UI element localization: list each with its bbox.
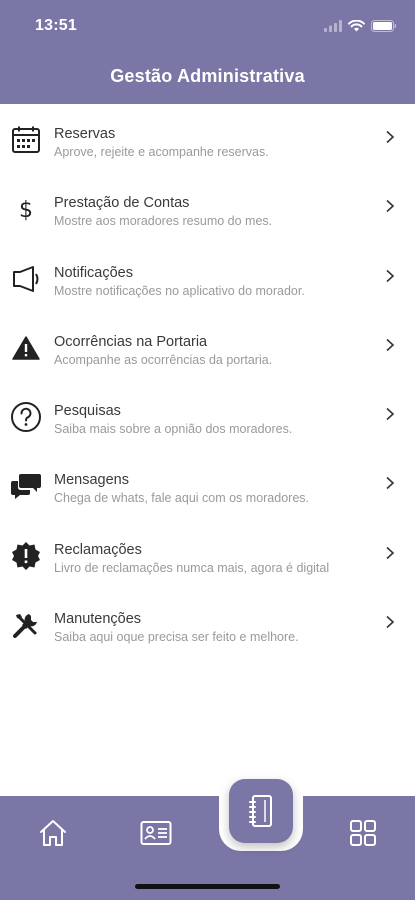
wrench-icon	[10, 609, 42, 641]
menu-item-description: Aprove, rejeite e acompanhe reservas.	[54, 145, 269, 159]
battery-icon	[371, 19, 397, 37]
chevron-right-icon	[386, 408, 395, 421]
id-card-icon	[140, 821, 172, 845]
chat-bubbles-icon	[10, 470, 42, 502]
chevron-right-icon	[386, 200, 395, 213]
page-title: Gestão Administrativa	[110, 66, 305, 86]
alert-badge-icon	[10, 540, 42, 572]
menu-item-title: Reclamações	[54, 541, 142, 558]
status-icons	[324, 19, 397, 37]
menu-item-title: Manutenções	[54, 611, 142, 628]
status-time: 13:51	[35, 17, 77, 34]
menu-item-title: Pesquisas	[54, 403, 121, 420]
menu-item-description: Mostre notificações no aplicativo do mor…	[54, 283, 305, 298]
chevron-right-icon	[386, 546, 395, 559]
menu-item-description: Acompanhe as ocorrências da portaria.	[54, 352, 273, 367]
warning-icon	[10, 332, 42, 364]
svg-text:$: $	[19, 198, 33, 223]
tab-id-card[interactable]	[139, 816, 173, 850]
megaphone-icon	[10, 263, 42, 295]
menu-item-reservas[interactable]: Reservas Aprove, rejeite e acompanhe res…	[0, 106, 415, 175]
menu-item-description: Chega de whats, fale aqui com os morador…	[54, 491, 309, 506]
home-indicator	[135, 884, 280, 889]
home-icon	[40, 820, 66, 846]
menu-item-title: Ocorrências na Portaria	[54, 333, 208, 350]
menu-item-prestacao-de-contas[interactable]: $ Prestação de Contas Mostre aos morador…	[0, 175, 415, 244]
dollar-icon: $	[10, 193, 42, 225]
menu-item-title: Reservas	[54, 126, 116, 142]
menu-item-title: Notificações	[54, 264, 133, 281]
menu-item-description: Mostre aos moradores resumo do mes.	[54, 214, 273, 229]
status-bar: 13:51	[0, 0, 415, 52]
tab-home[interactable]	[36, 816, 70, 850]
chevron-right-icon	[386, 338, 395, 351]
menu-item-description: Livro de reclamações numca mais, agora é…	[54, 560, 330, 575]
menu-item-reclamacoes[interactable]: Reclamações Livro de reclamações numca m…	[0, 522, 415, 591]
wifi-icon	[348, 19, 365, 37]
chevron-right-icon	[386, 269, 395, 282]
calendar-icon	[10, 124, 42, 156]
menu-item-manutencoes[interactable]: Manutenções Saiba aqui oque precisa ser …	[0, 591, 415, 660]
chevron-right-icon	[386, 615, 395, 629]
tab-grid[interactable]	[346, 816, 380, 850]
signal-icon	[324, 19, 342, 37]
menu-item-notificacoes[interactable]: Notificações Mostre notificações no apli…	[0, 245, 415, 314]
menu-item-pesquisas[interactable]: Pesquisas Saiba mais sobre a opnião dos …	[0, 383, 415, 452]
menu-item-title: Prestação de Contas	[54, 195, 190, 212]
notebook-icon	[249, 795, 272, 827]
chevron-right-icon	[386, 130, 395, 144]
grid-icon	[350, 820, 376, 846]
menu-item-description: Saiba mais sobre a opnião dos moradores.	[54, 422, 293, 437]
menu-item-ocorrencias-na-portaria[interactable]: Ocorrências na Portaria Acompanhe as oco…	[0, 314, 415, 383]
chevron-right-icon	[386, 477, 395, 490]
menu-item-mensagens[interactable]: Mensagens Chega de whats, fale aqui com …	[0, 452, 415, 521]
tab-notebook-center-button[interactable]	[229, 779, 293, 843]
menu-list: Reservas Aprove, rejeite e acompanhe res…	[0, 106, 415, 660]
menu-item-description: Saiba aqui oque precisa ser feito e melh…	[54, 630, 299, 645]
question-icon	[10, 401, 42, 433]
app-header: 13:51 Gestão Administrativa	[0, 0, 415, 104]
menu-item-title: Mensagens	[54, 472, 129, 489]
